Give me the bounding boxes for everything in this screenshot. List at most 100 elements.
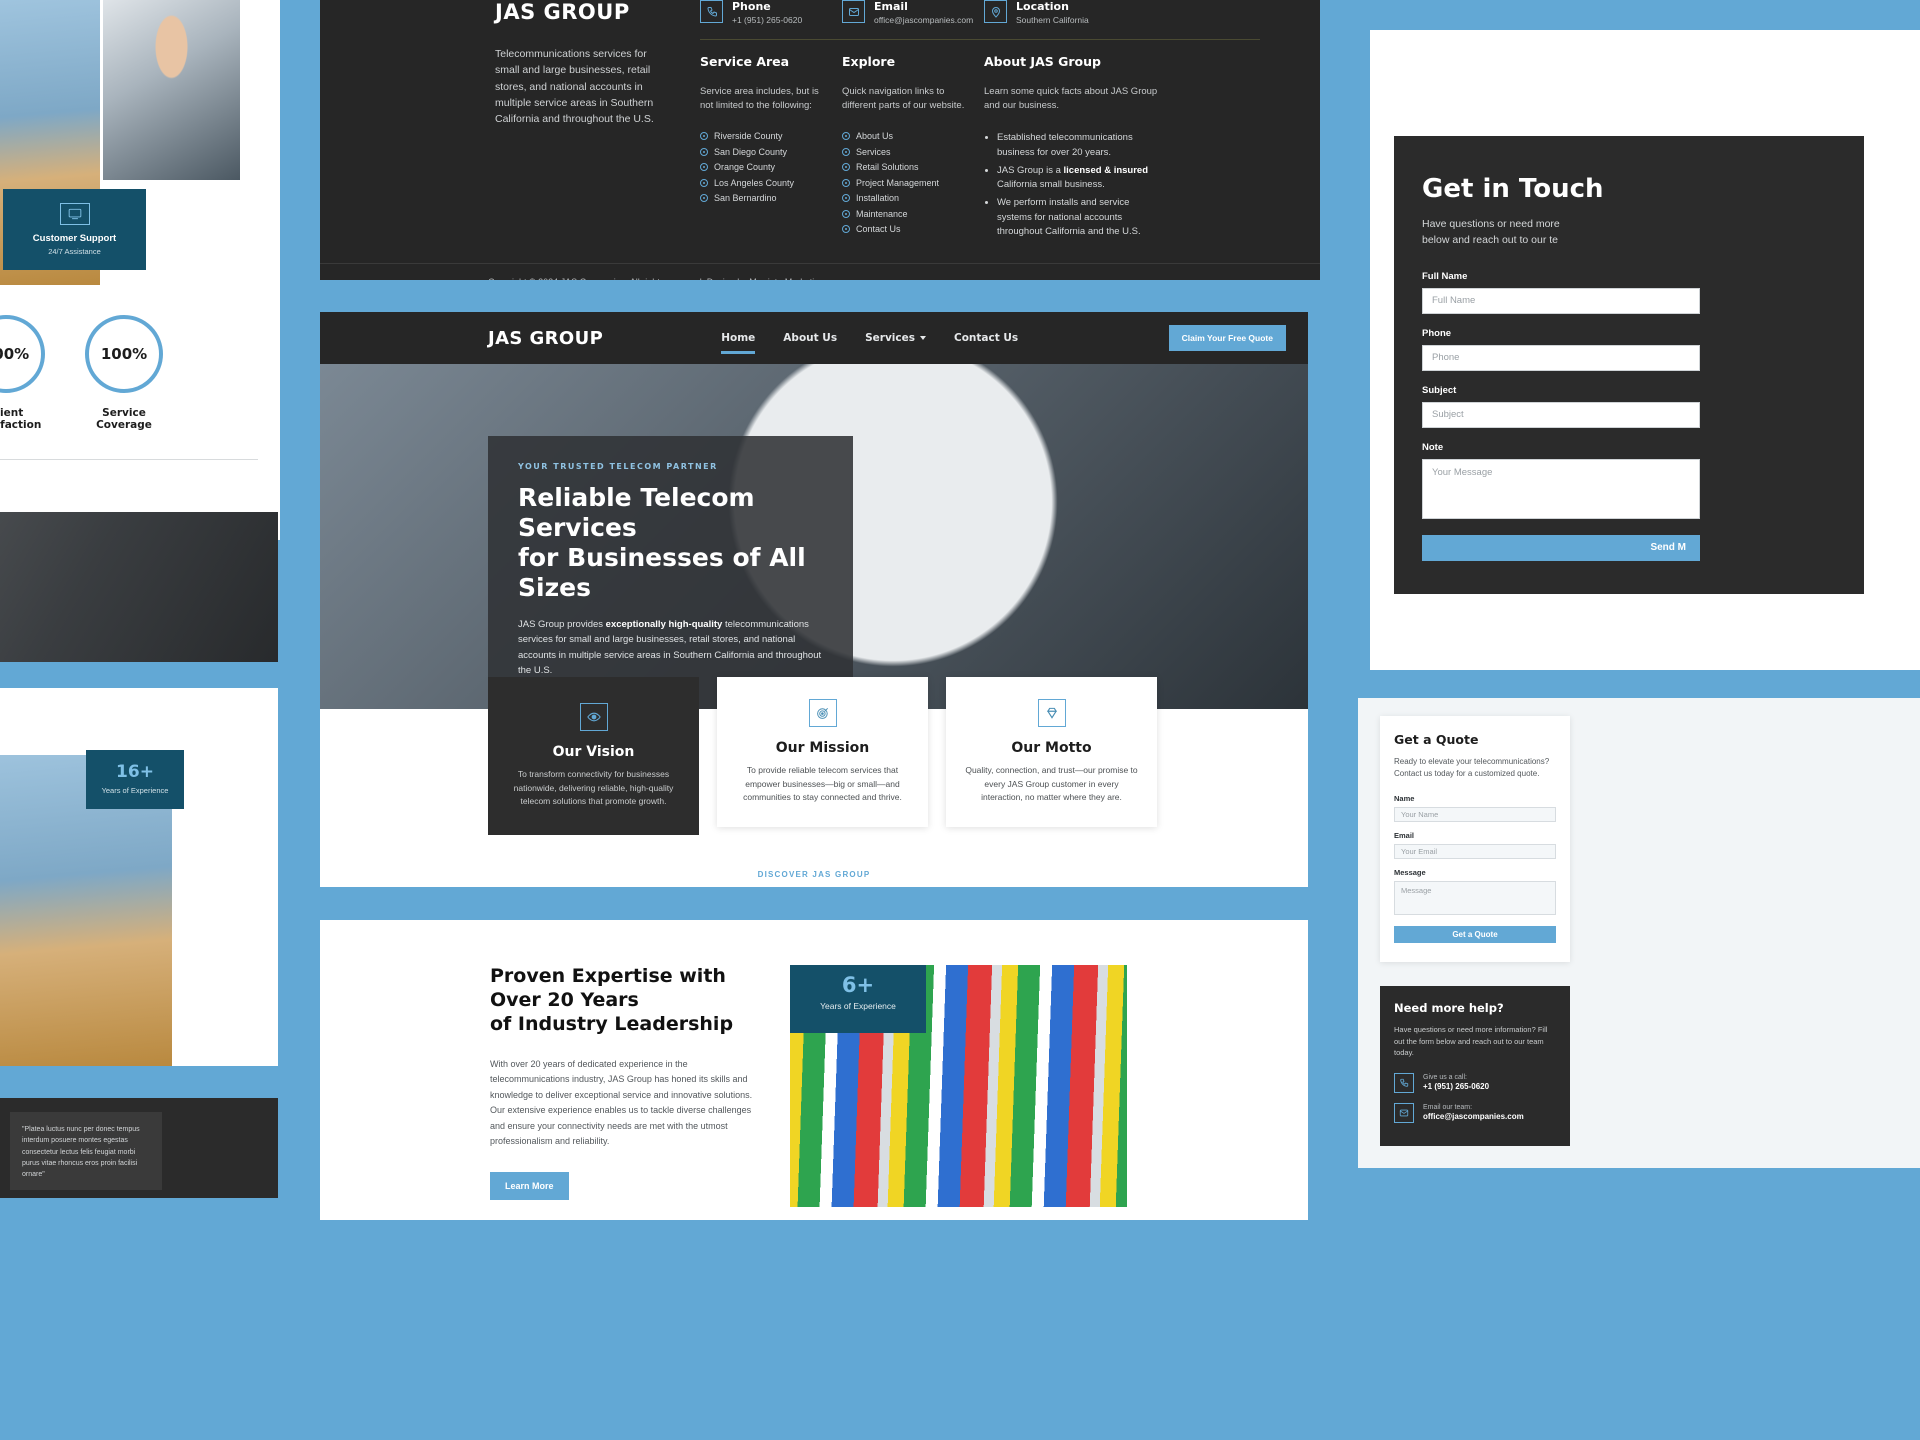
ring-bullet-icon [700, 194, 708, 203]
service-area-item-label: San Bernardino [714, 193, 777, 204]
explore-link[interactable]: About Us [842, 131, 968, 141]
quote-field-message-input[interactable]: Message [1394, 880, 1556, 915]
about-fact-text: Established telecommunications business … [997, 132, 1133, 158]
stat-value: 100% [0, 345, 30, 363]
quote-paragraph: Ready to elevate your telecommunications… [1394, 757, 1550, 779]
stat-ring: 100% [0, 315, 45, 393]
left-connectivity-panel: ivity o ongoing at every step. [0, 512, 278, 662]
explore-link[interactable]: Maintenance [842, 209, 968, 219]
email-icon [1394, 1102, 1414, 1123]
testimonial-text: "Platea luctus nunc per donec tempus int… [22, 1126, 140, 1179]
get-in-touch-field-label: Phone [1422, 327, 1452, 339]
about-fact-bold: licensed & insured [1063, 164, 1149, 176]
left-photo-group: age ch Customer Support 24/7 Assistance [0, 0, 280, 285]
service-area-item[interactable]: Orange County [700, 162, 826, 172]
quote-field-email-input[interactable]: Your Email [1394, 843, 1556, 859]
target-icon [808, 699, 837, 727]
footer-logo: JAS GROUP [495, 0, 630, 24]
claim-free-quote-button[interactable]: Claim Your Free Quote [1168, 325, 1286, 351]
hero-title-line2: for Businesses of All Sizes [518, 543, 806, 602]
about-fact-text-after: California small business. [997, 179, 1105, 190]
expertise-copy: Proven Expertise with Over 20 Years of I… [490, 965, 790, 1200]
get-in-touch-paragraph-line2: below and reach out to our te [1422, 234, 1559, 247]
card-body: To transform connectivity for businesses… [513, 769, 674, 807]
quote-heading: Get a Quote [1394, 732, 1479, 747]
footer-column-service-area: Service Area Service area includes, but … [700, 54, 842, 243]
nav-link-contact-us[interactable]: Contact Us [954, 316, 1018, 360]
website-footer-panel: JAS GROUP Telecommunications services fo… [320, 0, 1320, 280]
card-our-vision: Our Vision To transform connectivity for… [488, 677, 699, 835]
service-area-item[interactable]: Riverside County [700, 131, 826, 141]
get-in-touch-field-note-input[interactable]: Your Message [1422, 458, 1700, 519]
footer-column-desc: Learn some quick facts about JAS Group a… [984, 85, 1158, 111]
service-area-item[interactable]: Los Angeles County [700, 178, 826, 188]
connectivity-photo [0, 512, 278, 662]
help-row-value: +1 (951) 265-0620 [1423, 1082, 1490, 1092]
ring-bullet-icon [700, 178, 708, 187]
about-fact-text: JAS Group is a [997, 164, 1064, 176]
stats-row: 100% Client Satisfaction 100% Service Co… [0, 285, 280, 431]
explore-link[interactable]: Services [842, 147, 968, 157]
explore-link[interactable]: Installation [842, 193, 968, 203]
card-title: Our Motto [1011, 740, 1092, 756]
hero-paragraph-before: JAS Group provides [518, 619, 606, 630]
nav-link-about-us[interactable]: About Us [783, 316, 837, 360]
help-heading: Need more help? [1394, 1001, 1504, 1015]
get-in-touch-heading: Get in Touch [1422, 174, 1604, 204]
get-in-touch-field-full-name-input[interactable]: Full Name [1422, 287, 1700, 314]
years-badge-number: 16+ [116, 762, 154, 782]
ring-bullet-icon [842, 209, 850, 218]
explore-link[interactable]: Retail Solutions [842, 162, 968, 172]
explore-link[interactable]: Contact Us [842, 224, 968, 234]
left-tower-panel: 16+ Years of Experience [0, 688, 278, 1066]
card-our-motto: Our Motto Quality, connection, and trust… [946, 677, 1157, 827]
footer-brand-block: JAS GROUP Telecommunications services fo… [495, 0, 700, 243]
experience-badge: 6+ Years of Experience [790, 965, 926, 1033]
explore-link-label: Contact Us [856, 224, 901, 235]
expertise-paragraph: With over 20 years of dedicated experien… [490, 1058, 753, 1147]
send-message-button[interactable]: Send M [1422, 534, 1700, 561]
nav-link-services[interactable]: Services [865, 316, 926, 360]
about-fact-item: JAS Group is a licensed & insured Califo… [997, 164, 1158, 193]
get-in-touch-form: Full Name Full Name Phone Phone Subject Subje… [1422, 271, 1864, 519]
stat-value: 100% [100, 345, 148, 363]
get-a-quote-button[interactable]: Get a Quote [1394, 925, 1556, 943]
explore-link-label: Retail Solutions [856, 162, 919, 173]
card-title: Our Mission [775, 740, 870, 756]
nav-link-label: Contact Us [954, 332, 1019, 344]
hero-section: YOUR TRUSTED TELECOM PARTNER Reliable Te… [320, 364, 1308, 709]
quote-field-label: Message [1394, 867, 1426, 877]
phone-icon [1394, 1072, 1414, 1093]
nav-link-label: About Us [783, 332, 838, 344]
site-nav-links: Home About Us Services Contact Us [721, 316, 1018, 360]
explore-link-label: Services [856, 146, 891, 157]
footer-contact-location[interactable]: Location Southern California [984, 0, 1126, 25]
experience-badge-number: 6+ [841, 973, 875, 997]
nav-link-label: Services [865, 332, 915, 344]
service-area-item[interactable]: San Bernardino [700, 193, 826, 203]
stat-label: Client Satisfaction [0, 407, 42, 431]
card-title: Our Vision [552, 744, 635, 760]
help-row-phone[interactable]: Give us a call: +1 (951) 265-0620 [1394, 1072, 1556, 1093]
learn-more-button[interactable]: Learn More [490, 1171, 569, 1200]
support-icon [59, 203, 90, 225]
discover-label[interactable]: DISCOVER JAS GROUP [320, 870, 1308, 879]
footer-contact-email[interactable]: Email office@jascompanies.com [842, 0, 984, 25]
get-in-touch-paragraph-line1: Have questions or need more [1422, 218, 1560, 230]
expertise-title: Proven Expertise with Over 20 Years of I… [490, 965, 755, 1037]
footer-contact-title: Email [874, 0, 908, 13]
help-row-email[interactable]: Email our team: office@jascompanies.com [1394, 1102, 1556, 1123]
quote-field-name-input[interactable]: Your Name [1394, 806, 1556, 822]
service-area-item[interactable]: San Diego County [700, 147, 826, 157]
ring-bullet-icon [700, 163, 708, 172]
hero-eyebrow: YOUR TRUSTED TELECOM PARTNER [518, 462, 718, 471]
help-row-label: Give us a call: [1423, 1074, 1467, 1082]
get-in-touch-field-subject-input[interactable]: Subject [1422, 401, 1700, 428]
explore-link[interactable]: Project Management [842, 178, 968, 188]
nav-link-home[interactable]: Home [721, 316, 756, 360]
get-in-touch-field-phone-input[interactable]: Phone [1422, 344, 1700, 371]
site-logo[interactable]: JAS GROUP [488, 328, 603, 349]
diamond-icon [1037, 699, 1066, 727]
footer-contact-phone[interactable]: Phone +1 (951) 265-0620 [700, 0, 842, 25]
help-paragraph: Have questions or need more information?… [1394, 1025, 1548, 1058]
